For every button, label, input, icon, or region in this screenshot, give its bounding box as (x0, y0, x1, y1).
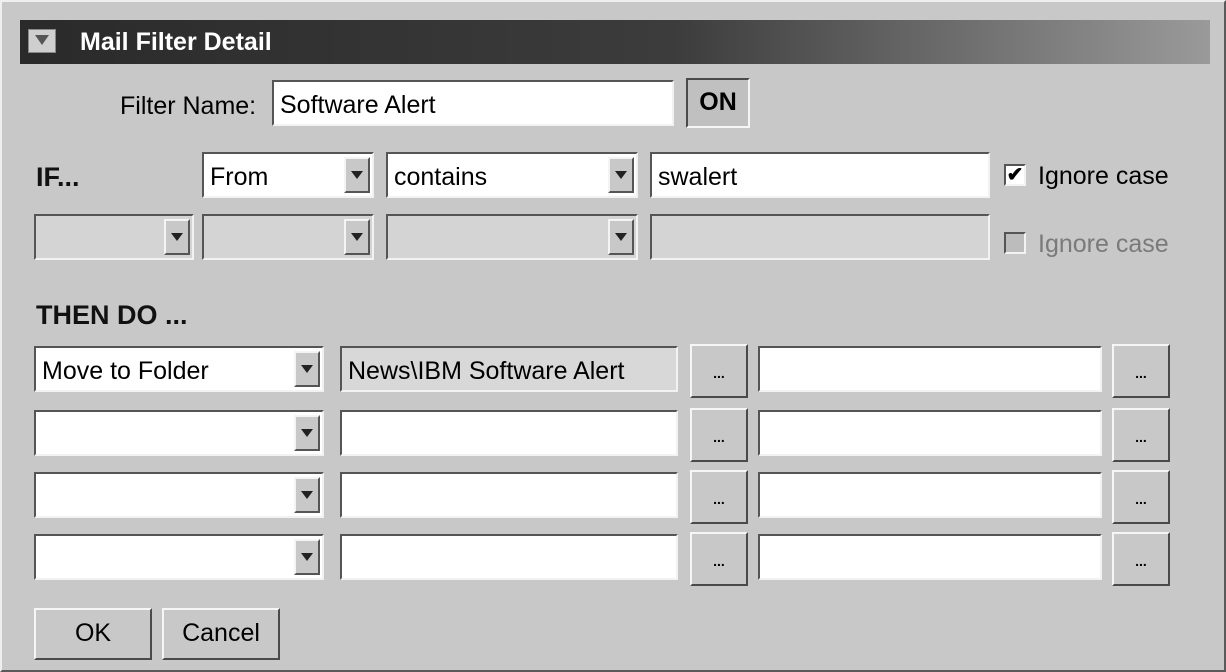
ignore-case-label-1: Ignore case (1038, 162, 1169, 190)
window-menu-icon[interactable] (28, 29, 56, 53)
action-param1-input-3[interactable] (340, 472, 678, 518)
ok-button[interactable]: OK (34, 608, 152, 660)
action-select-2[interactable] (34, 410, 324, 456)
browse-button-3b[interactable]: ... (1112, 470, 1170, 524)
action-select-1[interactable]: Move to Folder (34, 346, 324, 392)
window-title: Mail Filter Detail (80, 28, 272, 56)
ignore-case-checkbox-1[interactable]: ✔ (1004, 164, 1026, 186)
title-bar[interactable]: Mail Filter Detail (20, 20, 1210, 64)
action-param2-input-3[interactable] (758, 472, 1102, 518)
if-label: IF... (36, 162, 80, 192)
condition-field-value-1: From (210, 163, 269, 191)
action-select-4[interactable] (34, 534, 324, 580)
action-param2-input-4[interactable] (758, 534, 1102, 580)
condition-value-input-1[interactable]: swalert (650, 152, 990, 198)
action-param1-input-2[interactable] (340, 410, 678, 456)
chevron-down-icon[interactable] (608, 219, 634, 255)
action-select-3[interactable] (34, 472, 324, 518)
chevron-down-icon[interactable] (344, 157, 370, 193)
ignore-case-label-2: Ignore case (1038, 230, 1169, 258)
condition-field-select-2[interactable] (202, 214, 374, 260)
browse-button-1a[interactable]: ... (690, 344, 748, 398)
condition-operator-select-2[interactable] (386, 214, 638, 260)
action-param1-input-1[interactable]: News\IBM Software Alert (340, 346, 678, 392)
browse-button-2b[interactable]: ... (1112, 408, 1170, 462)
condition-connector-select-2[interactable] (34, 214, 194, 260)
action-param2-input-2[interactable] (758, 410, 1102, 456)
action-value-1: Move to Folder (42, 357, 209, 385)
chevron-down-icon[interactable] (164, 219, 190, 255)
browse-button-4a[interactable]: ... (690, 532, 748, 586)
on-toggle-button[interactable]: ON (686, 78, 750, 128)
chevron-down-icon[interactable] (294, 351, 320, 387)
condition-operator-select-1[interactable]: contains (386, 152, 638, 198)
action-param2-input-1[interactable] (758, 346, 1102, 392)
browse-button-1b[interactable]: ... (1112, 344, 1170, 398)
condition-value-input-2[interactable] (650, 214, 990, 260)
ignore-case-checkbox-2[interactable] (1004, 232, 1026, 254)
browse-button-3a[interactable]: ... (690, 470, 748, 524)
browse-button-4b[interactable]: ... (1112, 532, 1170, 586)
filter-name-input[interactable]: Software Alert (272, 80, 674, 126)
browse-button-2a[interactable]: ... (690, 408, 748, 462)
filter-name-label: Filter Name: (120, 92, 257, 120)
chevron-down-icon[interactable] (344, 219, 370, 255)
condition-field-select-1[interactable]: From (202, 152, 374, 198)
then-do-label: THEN DO ... (36, 300, 188, 330)
chevron-down-icon[interactable] (608, 157, 634, 193)
chevron-down-icon[interactable] (294, 477, 320, 513)
condition-operator-value-1: contains (394, 163, 488, 191)
chevron-down-icon[interactable] (294, 539, 320, 575)
mail-filter-window: Mail Filter Detail Filter Name: Software… (0, 0, 1226, 672)
action-param1-input-4[interactable] (340, 534, 678, 580)
chevron-down-icon[interactable] (294, 415, 320, 451)
cancel-button[interactable]: Cancel (162, 608, 280, 660)
